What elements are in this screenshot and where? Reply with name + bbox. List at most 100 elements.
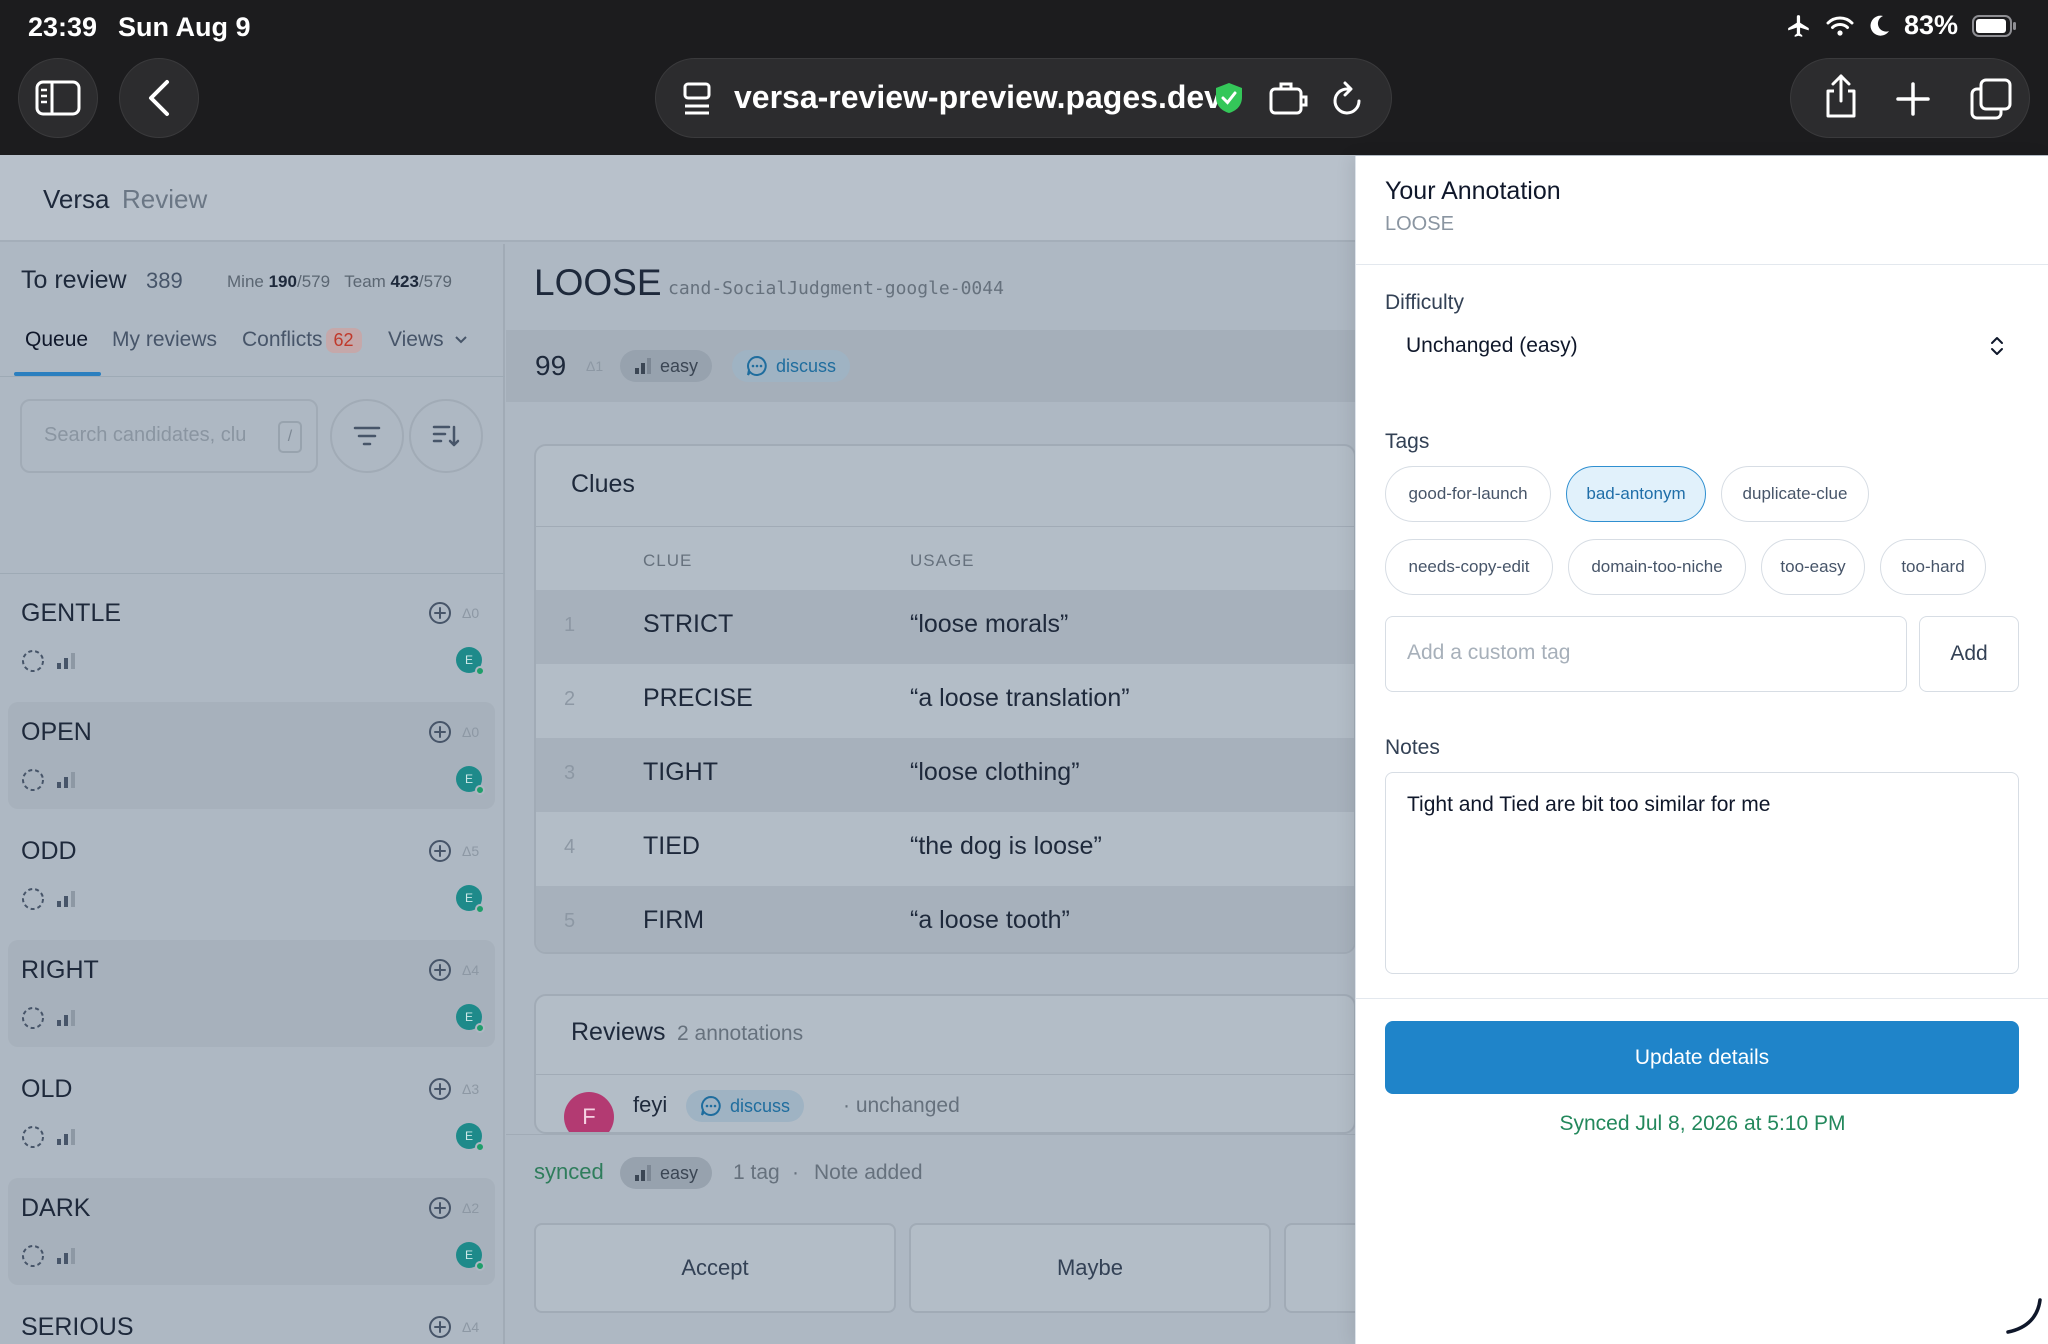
add-circle-icon[interactable] (428, 1196, 452, 1220)
table-row: 5 FIRM “a loose tooth” (536, 886, 1354, 952)
online-dot (475, 785, 485, 795)
clue-number: 4 (564, 836, 576, 858)
list-divider (0, 573, 505, 574)
tag-chip[interactable]: needs-copy-edit (1385, 539, 1553, 595)
queue-item-word: OLD (21, 1075, 73, 1103)
update-details-button[interactable]: Update details (1385, 1021, 2019, 1094)
queue-item-delta: Δ4 (462, 1319, 480, 1335)
clue-column-header: CLUE (643, 551, 693, 570)
filter-button[interactable] (330, 399, 404, 473)
queue-item[interactable]: RIGHT Δ4 E (8, 940, 495, 1047)
add-circle-icon[interactable] (428, 1077, 452, 1101)
back-button[interactable] (119, 58, 199, 138)
status-time: 23:39 (28, 12, 98, 42)
progress-stats: Mine 190/579 Team 423/579 (227, 272, 453, 291)
add-circle-icon[interactable] (428, 839, 452, 863)
tabs-divider (0, 376, 505, 377)
queue-item[interactable]: ODD Δ5 E (8, 821, 495, 928)
queue-item[interactable]: DARK Δ2 E (8, 1178, 495, 1285)
queue-item-word: OPEN (21, 718, 92, 746)
signal-bars-icon (57, 1010, 75, 1026)
reviewer-avatar: F (564, 1092, 614, 1132)
reviews-divider (536, 1074, 1354, 1075)
annotation-word: LOOSE (1385, 213, 1454, 235)
review-summary-bar: synced easy 1 tag · Note added Accept Ma… (506, 1134, 1646, 1344)
queue-item[interactable]: OPEN Δ0 E (8, 702, 495, 809)
difficulty-pill: easy (620, 350, 713, 382)
address-bar[interactable]: versa-review-preview.pages.dev (655, 58, 1392, 138)
tag-chip[interactable]: duplicate-clue (1721, 466, 1869, 522)
clue-word: PRECISE (643, 684, 753, 712)
add-circle-icon[interactable] (428, 958, 452, 982)
tag-chip[interactable]: domain-too-niche (1568, 539, 1746, 595)
clue-usage: “a loose translation” (910, 684, 1130, 712)
queue-item[interactable]: SERIOUSΔ4E (8, 1297, 495, 1344)
moon-icon (1870, 15, 1889, 36)
reviewer-name: feyi (633, 1092, 668, 1117)
tag-chip[interactable]: good-for-launch (1385, 466, 1551, 522)
tabs-overview-icon[interactable] (1969, 77, 2013, 121)
maybe-button[interactable]: Maybe (909, 1223, 1271, 1313)
discuss-pill[interactable]: discuss (732, 350, 851, 382)
reviews-count: 2 annotations (677, 1022, 804, 1045)
queue-item-word: RIGHT (21, 956, 99, 984)
custom-tag-placeholder: Add a custom tag (1407, 641, 1571, 664)
signal-bars-icon (57, 653, 75, 669)
wifi-icon (1826, 16, 1854, 36)
reviewer-tag: discuss (686, 1090, 805, 1122)
browser-chrome: 23:39 Sun Aug 9 83% versa-review-preview… (0, 0, 2048, 155)
tag-chip[interactable]: too-easy (1761, 539, 1865, 595)
summary-tag-count: 1 tag (733, 1161, 780, 1184)
resize-handle-icon[interactable] (2004, 1296, 2044, 1336)
candidate-id: cand-SocialJudgment-google-0044 (668, 278, 1004, 299)
tab-views[interactable]: Views (388, 328, 468, 352)
add-circle-icon[interactable] (428, 720, 452, 744)
queue-item[interactable]: GENTLE Δ0 E (8, 583, 495, 690)
difficulty-value: Unchanged (easy) (1406, 334, 1578, 357)
status-pending-icon (22, 1245, 44, 1267)
reload-icon[interactable] (1331, 81, 1365, 117)
queue-item-delta: Δ0 (462, 724, 480, 740)
search-input[interactable]: Search candidates, clu / (20, 399, 318, 473)
accept-button[interactable]: Accept (534, 1223, 896, 1313)
assignee-avatar: E (456, 1004, 485, 1033)
table-row: 3 TIGHT “loose clothing” (536, 738, 1354, 812)
new-tab-icon[interactable] (1895, 81, 1931, 117)
add-circle-icon[interactable] (428, 601, 452, 625)
summary-difficulty-pill: easy (620, 1157, 713, 1189)
conflicts-badge: 62 (325, 328, 362, 353)
tag-chip[interactable]: too-hard (1880, 539, 1986, 595)
custom-tag-input[interactable]: Add a custom tag (1385, 616, 1907, 692)
tab-queue[interactable]: Queue (25, 328, 88, 352)
candidate-word: LOOSE (534, 262, 662, 303)
assignee-avatar: E (456, 1242, 485, 1271)
clue-usage: “the dog is loose” (910, 832, 1102, 860)
queue-item[interactable]: OLD Δ3 E (8, 1059, 495, 1166)
filter-icon (353, 426, 381, 446)
reviewer-status: · unchanged (843, 1094, 960, 1117)
add-tag-button[interactable]: Add (1919, 616, 2019, 692)
extension-icon[interactable] (1268, 81, 1308, 117)
tab-my-reviews[interactable]: My reviews (112, 328, 217, 352)
share-icon[interactable] (1823, 73, 1859, 119)
sort-button[interactable] (409, 399, 483, 473)
assignee-avatar: E (456, 647, 485, 676)
queue-item-word: DARK (21, 1194, 91, 1222)
notes-textarea[interactable]: Tight and Tied are bit too similar for m… (1385, 772, 2019, 974)
clues-card: Clues CLUE USAGE 1 STRICT “loose morals” 2 P… (534, 444, 1356, 954)
chevron-down-icon (454, 336, 467, 344)
table-row: 1 STRICT “loose morals” (536, 590, 1354, 664)
brand-name[interactable]: Versa (43, 184, 110, 215)
add-circle-icon[interactable] (428, 1315, 452, 1339)
clue-word: TIED (643, 832, 700, 860)
clue-word: TIGHT (643, 758, 718, 786)
search-shortcut-hint: / (278, 421, 302, 453)
sidebar-toggle-button[interactable] (18, 58, 98, 138)
difficulty-select[interactable]: Unchanged (easy) (1385, 319, 2017, 375)
tag-chip-selected[interactable]: bad-antonym (1566, 466, 1706, 522)
battery-icon (1972, 14, 2016, 37)
tab-conflicts[interactable]: Conflicts 62 (242, 328, 362, 353)
online-dot (475, 1261, 485, 1271)
page-menu-icon (683, 82, 711, 115)
toolbar-actions (1790, 58, 2030, 138)
